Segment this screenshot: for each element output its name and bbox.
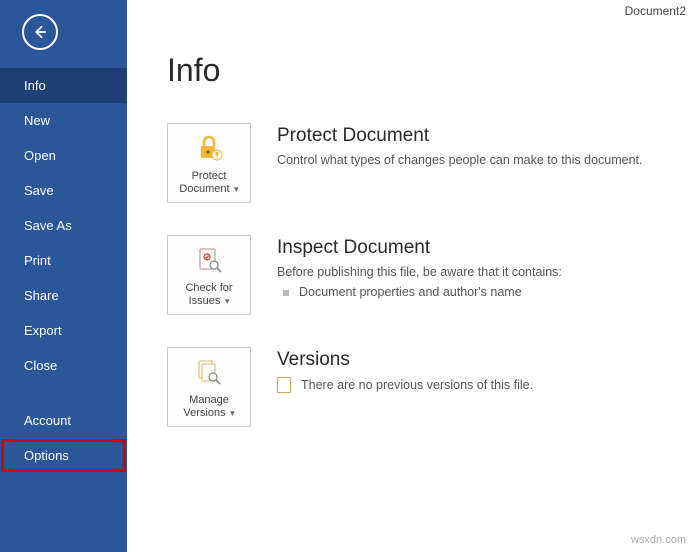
nav-export[interactable]: Export xyxy=(0,313,127,348)
versions-title: Versions xyxy=(277,349,533,371)
nav-label: Close xyxy=(24,358,57,373)
nav-label: Save As xyxy=(24,218,72,233)
inspect-desc: Before publishing this file, be aware th… xyxy=(277,265,562,279)
section-versions: Manage Versions ▾ Versions There are no … xyxy=(167,347,696,427)
page-heading: Info xyxy=(167,52,696,89)
nav-label: Save xyxy=(24,183,54,198)
tile-label: Protect Document ▾ xyxy=(179,170,238,196)
backstage-sidebar: Info New Open Save Save As Print Share E… xyxy=(0,0,127,552)
watermark: wsxdn.com xyxy=(631,534,686,546)
section-inspect: Check for Issues ▾ Inspect Document Befo… xyxy=(167,235,696,315)
document-title: Document2 xyxy=(625,4,686,18)
nav-account[interactable]: Account xyxy=(0,403,127,438)
versions-desc-row: There are no previous versions of this f… xyxy=(277,377,533,393)
nav-label: New xyxy=(24,113,50,128)
nav-label: Options xyxy=(24,448,69,463)
nav-label: Account xyxy=(24,413,71,428)
nav-new[interactable]: New xyxy=(0,103,127,138)
nav-print[interactable]: Print xyxy=(0,243,127,278)
nav-label: Open xyxy=(24,148,56,163)
bullet-icon xyxy=(283,290,289,296)
tile-label: Check for Issues ▾ xyxy=(185,282,232,308)
back-button[interactable] xyxy=(22,14,58,50)
nav-label: Export xyxy=(24,323,62,338)
check-for-issues-button[interactable]: Check for Issues ▾ xyxy=(167,235,251,315)
chevron-down-icon: ▾ xyxy=(228,408,235,418)
section-protect: Protect Document ▾ Protect Document Cont… xyxy=(167,123,696,203)
versions-icon xyxy=(194,357,224,387)
tile-label: Manage Versions ▾ xyxy=(183,394,234,420)
nav-info[interactable]: Info xyxy=(0,68,127,103)
protect-title: Protect Document xyxy=(277,125,643,147)
lock-shield-icon xyxy=(194,133,224,163)
nav-close[interactable]: Close xyxy=(0,348,127,383)
inspect-icon xyxy=(194,245,224,275)
inspect-title: Inspect Document xyxy=(277,237,562,259)
nav-save-as[interactable]: Save As xyxy=(0,208,127,243)
nav-label: Info xyxy=(24,78,46,93)
protect-desc: Control what types of changes people can… xyxy=(277,153,643,167)
nav-label: Share xyxy=(24,288,59,303)
nav-open[interactable]: Open xyxy=(0,138,127,173)
nav-save[interactable]: Save xyxy=(0,173,127,208)
nav-share[interactable]: Share xyxy=(0,278,127,313)
nav-options[interactable]: Options xyxy=(0,438,127,473)
chevron-down-icon: ▾ xyxy=(222,296,229,306)
chevron-down-icon: ▾ xyxy=(232,184,239,194)
inspect-bullet: Document properties and author's name xyxy=(283,285,562,299)
protect-document-button[interactable]: Protect Document ▾ xyxy=(167,123,251,203)
arrow-left-icon xyxy=(31,23,49,41)
document-icon xyxy=(277,377,291,393)
manage-versions-button[interactable]: Manage Versions ▾ xyxy=(167,347,251,427)
nav-label: Print xyxy=(24,253,51,268)
main-panel: Document2 Info Protect Document xyxy=(127,0,696,552)
